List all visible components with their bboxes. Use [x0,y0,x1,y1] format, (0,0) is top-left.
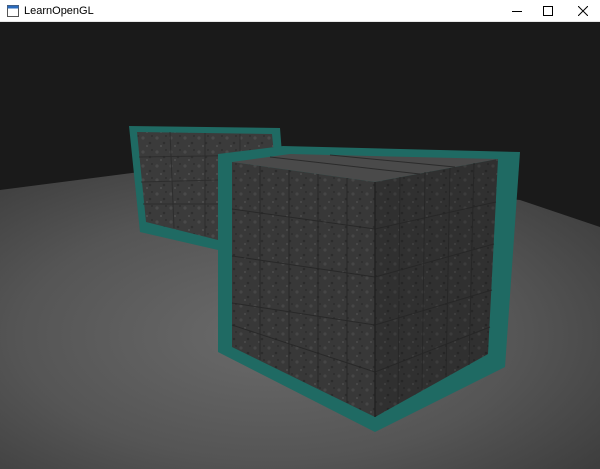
close-icon [578,6,588,16]
close-button[interactable] [566,0,600,22]
scene-canvas [0,22,600,469]
maximize-button[interactable] [531,0,565,22]
maximize-icon [543,6,553,16]
minimize-button[interactable] [500,0,534,22]
title-bar[interactable]: LearnOpenGL [0,0,600,22]
opengl-viewport[interactable] [0,22,600,469]
window-title: LearnOpenGL [24,5,94,17]
app-window: LearnOpenGL [0,0,600,469]
app-icon [7,5,19,17]
minimize-icon [512,11,522,12]
